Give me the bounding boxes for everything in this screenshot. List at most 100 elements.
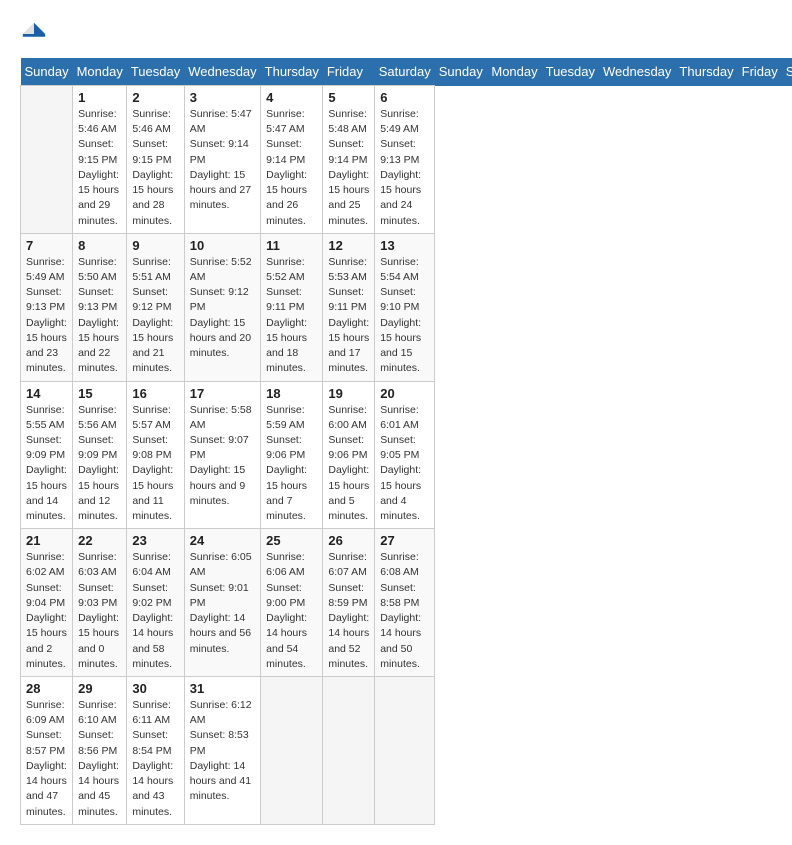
day-detail: Sunrise: 5:59 AMSunset: 9:06 PMDaylight:… [266, 403, 317, 525]
calendar-cell: 23 Sunrise: 6:04 AMSunset: 9:02 PMDayligh… [127, 529, 184, 677]
weekday-header-friday: Friday [738, 58, 782, 86]
day-number: 7 [26, 238, 67, 253]
day-detail: Sunrise: 5:50 AMSunset: 9:13 PMDaylight:… [78, 255, 121, 377]
day-number: 23 [132, 533, 178, 548]
calendar-cell: 30 Sunrise: 6:11 AMSunset: 8:54 PMDayligh… [127, 677, 184, 825]
calendar-cell: 1 Sunrise: 5:46 AMSunset: 9:15 PMDaylight… [73, 86, 127, 234]
day-number: 18 [266, 386, 317, 401]
day-number: 28 [26, 681, 67, 696]
weekday-header-wednesday: Wednesday [599, 58, 675, 86]
day-number: 8 [78, 238, 121, 253]
day-number: 5 [328, 90, 369, 105]
day-detail: Sunrise: 5:58 AMSunset: 9:07 PMDaylight:… [190, 403, 255, 510]
day-number: 9 [132, 238, 178, 253]
calendar-cell: 2 Sunrise: 5:46 AMSunset: 9:15 PMDaylight… [127, 86, 184, 234]
day-number: 1 [78, 90, 121, 105]
calendar-cell: 24Sunrise: 6:05 AMSunset: 9:01 PMDayligh… [184, 529, 260, 677]
calendar-cell: 12Sunrise: 5:53 AMSunset: 9:11 PMDayligh… [323, 233, 375, 381]
day-number: 4 [266, 90, 317, 105]
calendar-cell [21, 86, 73, 234]
day-detail: Sunrise: 5:47 AMSunset: 9:14 PMDaylight:… [266, 107, 317, 229]
calendar-week-4: 21Sunrise: 6:02 AMSunset: 9:04 PMDayligh… [21, 529, 792, 677]
calendar-cell: 6Sunrise: 5:49 AMSunset: 9:13 PMDaylight… [375, 86, 435, 234]
day-detail: Sunrise: 6:01 AMSunset: 9:05 PMDaylight:… [380, 403, 429, 525]
day-detail: Sunrise: 6:03 AMSunset: 9:03 PMDaylight:… [78, 550, 121, 672]
page-header [20, 20, 772, 48]
calendar-cell: 3 Sunrise: 5:47 AMSunset: 9:14 PMDaylight… [184, 86, 260, 234]
weekday-header-sunday: Sunday [21, 58, 73, 86]
weekday-header-sunday: Sunday [435, 58, 488, 86]
day-detail: Sunrise: 6:10 AMSunset: 8:56 PMDaylight:… [78, 698, 121, 820]
weekday-header-tuesday: Tuesday [542, 58, 599, 86]
day-number: 16 [132, 386, 178, 401]
calendar-cell: 16 Sunrise: 5:57 AMSunset: 9:08 PMDayligh… [127, 381, 184, 529]
day-number: 15 [78, 386, 121, 401]
day-detail: Sunrise: 6:09 AMSunset: 8:57 PMDaylight:… [26, 698, 67, 820]
day-detail: Sunrise: 6:12 AMSunset: 8:53 PMDaylight:… [190, 698, 255, 805]
day-detail: Sunrise: 5:48 AMSunset: 9:14 PMDaylight:… [328, 107, 369, 229]
day-number: 20 [380, 386, 429, 401]
day-detail: Sunrise: 6:11 AMSunset: 8:54 PMDaylight:… [132, 698, 178, 820]
day-number: 11 [266, 238, 317, 253]
day-detail: Sunrise: 5:49 AMSunset: 9:13 PMDaylight:… [26, 255, 67, 377]
day-detail: Sunrise: 5:46 AMSunset: 9:15 PMDaylight:… [132, 107, 178, 229]
weekday-header-row: SundayMondayTuesdayWednesdayThursdayFrid… [21, 58, 792, 86]
day-detail: Sunrise: 5:57 AMSunset: 9:08 PMDaylight:… [132, 403, 178, 525]
day-number: 14 [26, 386, 67, 401]
day-detail: Sunrise: 5:52 AMSunset: 9:12 PMDaylight:… [190, 255, 255, 362]
calendar-cell [375, 677, 435, 825]
day-number: 17 [190, 386, 255, 401]
day-number: 24 [190, 533, 255, 548]
calendar-cell: 18 Sunrise: 5:59 AMSunset: 9:06 PMDayligh… [261, 381, 323, 529]
calendar-cell: 4 Sunrise: 5:47 AMSunset: 9:14 PMDaylight… [261, 86, 323, 234]
day-number: 26 [328, 533, 369, 548]
calendar-cell: 7 Sunrise: 5:49 AMSunset: 9:13 PMDaylight… [21, 233, 73, 381]
day-detail: Sunrise: 5:47 AMSunset: 9:14 PMDaylight:… [190, 107, 255, 214]
calendar-cell: 29 Sunrise: 6:10 AMSunset: 8:56 PMDayligh… [73, 677, 127, 825]
day-number: 2 [132, 90, 178, 105]
day-detail: Sunrise: 5:46 AMSunset: 9:15 PMDaylight:… [78, 107, 121, 229]
weekday-header-friday: Friday [323, 58, 375, 86]
day-number: 10 [190, 238, 255, 253]
day-number: 3 [190, 90, 255, 105]
calendar-cell: 14Sunrise: 5:55 AMSunset: 9:09 PMDayligh… [21, 381, 73, 529]
day-number: 22 [78, 533, 121, 548]
calendar-cell [323, 677, 375, 825]
day-detail: Sunrise: 6:04 AMSunset: 9:02 PMDaylight:… [132, 550, 178, 672]
calendar-cell: 5 Sunrise: 5:48 AMSunset: 9:14 PMDaylight… [323, 86, 375, 234]
calendar-week-1: 1 Sunrise: 5:46 AMSunset: 9:15 PMDaylight… [21, 86, 792, 234]
weekday-header-tuesday: Tuesday [127, 58, 184, 86]
weekday-header-thursday: Thursday [675, 58, 737, 86]
calendar-cell: 17 Sunrise: 5:58 AMSunset: 9:07 PMDayligh… [184, 381, 260, 529]
calendar-cell: 22 Sunrise: 6:03 AMSunset: 9:03 PMDayligh… [73, 529, 127, 677]
day-detail: Sunrise: 5:49 AMSunset: 9:13 PMDaylight:… [380, 107, 429, 229]
day-number: 25 [266, 533, 317, 548]
calendar-cell: 9 Sunrise: 5:51 AMSunset: 9:12 PMDaylight… [127, 233, 184, 381]
day-number: 31 [190, 681, 255, 696]
weekday-header-monday: Monday [487, 58, 541, 86]
logo [20, 20, 52, 48]
calendar-cell: 11Sunrise: 5:52 AMSunset: 9:11 PMDayligh… [261, 233, 323, 381]
calendar-cell: 31 Sunrise: 6:12 AMSunset: 8:53 PMDayligh… [184, 677, 260, 825]
calendar-cell: 8 Sunrise: 5:50 AMSunset: 9:13 PMDaylight… [73, 233, 127, 381]
day-number: 19 [328, 386, 369, 401]
weekday-header-thursday: Thursday [261, 58, 323, 86]
calendar-week-2: 7 Sunrise: 5:49 AMSunset: 9:13 PMDaylight… [21, 233, 792, 381]
calendar-cell: 28 Sunrise: 6:09 AMSunset: 8:57 PMDayligh… [21, 677, 73, 825]
calendar-cell: 25Sunrise: 6:06 AMSunset: 9:00 PMDayligh… [261, 529, 323, 677]
calendar-cell: 13Sunrise: 5:54 AMSunset: 9:10 PMDayligh… [375, 233, 435, 381]
weekday-header-saturday: Saturday [782, 58, 792, 86]
day-detail: Sunrise: 6:07 AMSunset: 8:59 PMDaylight:… [328, 550, 369, 672]
calendar-week-3: 14Sunrise: 5:55 AMSunset: 9:09 PMDayligh… [21, 381, 792, 529]
day-detail: Sunrise: 5:51 AMSunset: 9:12 PMDaylight:… [132, 255, 178, 377]
day-detail: Sunrise: 6:02 AMSunset: 9:04 PMDaylight:… [26, 550, 67, 672]
calendar-cell: 26 Sunrise: 6:07 AMSunset: 8:59 PMDayligh… [323, 529, 375, 677]
weekday-header-wednesday: Wednesday [184, 58, 260, 86]
calendar-cell: 27Sunrise: 6:08 AMSunset: 8:58 PMDayligh… [375, 529, 435, 677]
day-number: 29 [78, 681, 121, 696]
day-detail: Sunrise: 5:56 AMSunset: 9:09 PMDaylight:… [78, 403, 121, 525]
calendar-cell: 20 Sunrise: 6:01 AMSunset: 9:05 PMDayligh… [375, 381, 435, 529]
day-number: 30 [132, 681, 178, 696]
day-detail: Sunrise: 5:53 AMSunset: 9:11 PMDaylight:… [328, 255, 369, 377]
day-number: 13 [380, 238, 429, 253]
